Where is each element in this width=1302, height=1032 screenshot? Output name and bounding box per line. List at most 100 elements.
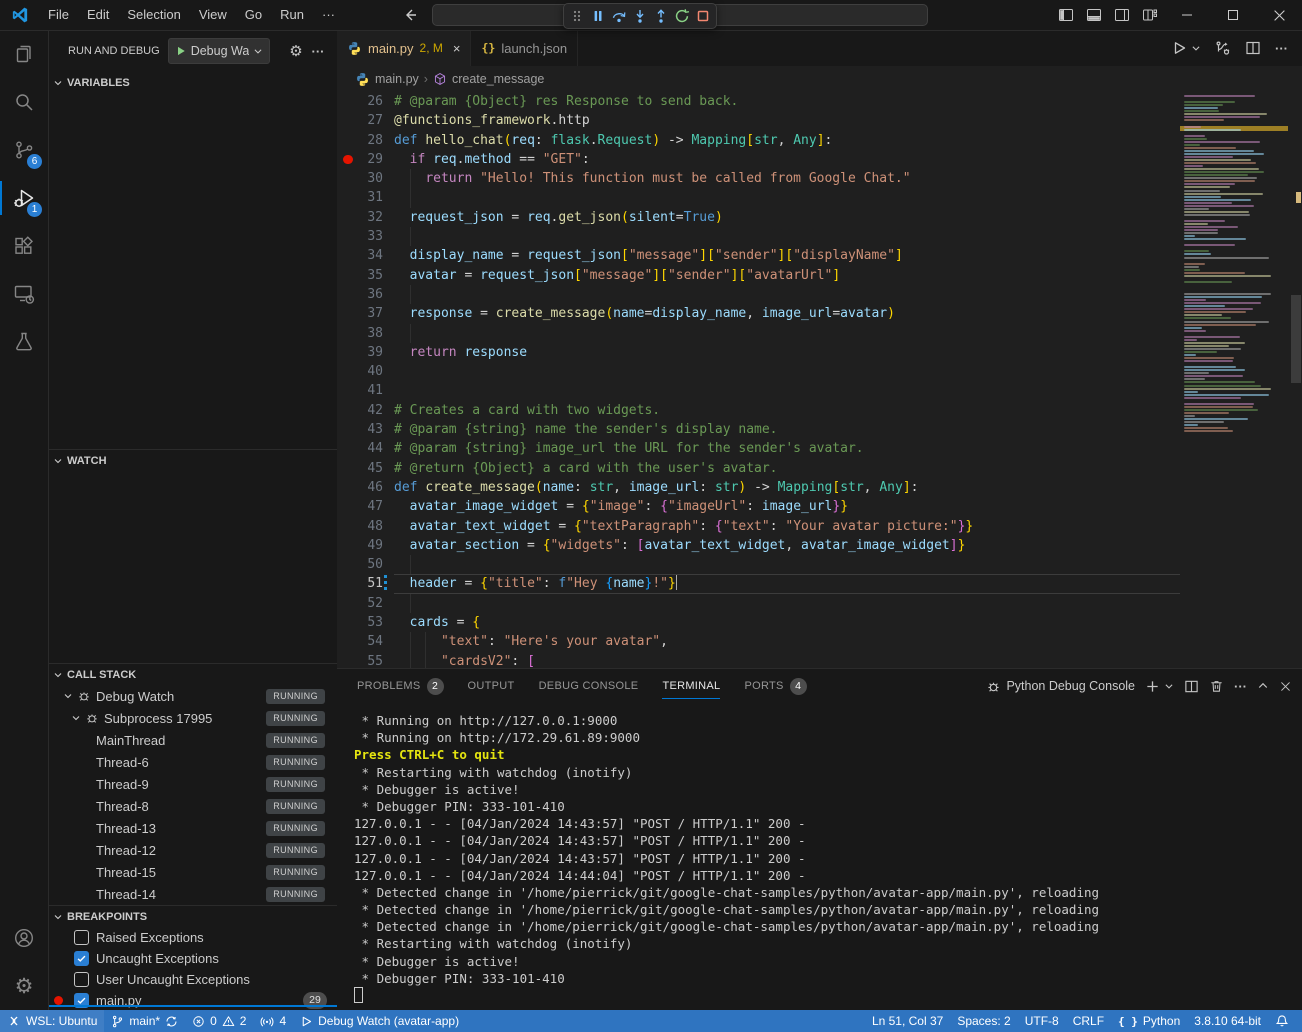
code-line-54[interactable]: 54 "text": "Here's your avatar", [337, 632, 1302, 651]
kill-terminal-icon[interactable] [1209, 679, 1224, 694]
call-stack-item[interactable]: Thread-8 RUNNING [48, 795, 337, 817]
editor-scrollbar[interactable] [1290, 92, 1302, 668]
gutter[interactable]: 33 [337, 227, 394, 246]
panel-more-actions-icon[interactable]: ··· [1234, 679, 1247, 694]
gutter[interactable]: 55 [337, 652, 394, 668]
maximize-panel-icon[interactable] [1257, 680, 1269, 692]
code-line-40[interactable]: 40 [337, 362, 1302, 381]
breakpoint-item[interactable]: main.py 29 [48, 990, 337, 1010]
status-python-interpreter[interactable]: 3.8.10 64-bit [1187, 1010, 1268, 1032]
code-line-44[interactable]: 44 # @param {string} image_url the URL f… [337, 439, 1302, 458]
code-line-37[interactable]: 37 response = create_message(name=displa… [337, 304, 1302, 323]
activity-extensions[interactable] [0, 222, 48, 270]
code-line-28[interactable]: 28 def hello_chat(req: flask.Request) ->… [337, 131, 1302, 150]
activity-accounts[interactable] [0, 914, 48, 962]
maximize-icon[interactable] [1210, 0, 1256, 30]
editor-more-actions-icon[interactable]: ··· [1275, 41, 1288, 56]
chevron-down-icon[interactable] [70, 712, 82, 724]
gutter[interactable]: 38 [337, 324, 394, 343]
activity-testing[interactable] [0, 318, 48, 366]
code-line-38[interactable]: 38 [337, 324, 1302, 343]
gutter[interactable]: 35 [337, 266, 394, 285]
terminal-selector[interactable]: Python Debug Console [986, 679, 1135, 694]
menu-go[interactable]: Go [236, 0, 271, 30]
gutter[interactable]: 41 [337, 381, 394, 400]
call-stack-item[interactable]: Thread-12 RUNNING [48, 839, 337, 861]
breakpoint-item[interactable]: User Uncaught Exceptions [48, 969, 337, 990]
variables-section-header[interactable]: VARIABLES [48, 72, 337, 94]
code-editor[interactable]: 26 # @param {Object} res Response to sen… [337, 92, 1302, 668]
layout-sidebar-right-icon[interactable] [1108, 0, 1136, 30]
status-indentation[interactable]: Spaces: 2 [950, 1010, 1017, 1032]
code-line-36[interactable]: 36 [337, 285, 1302, 304]
gutter[interactable]: 52 [337, 594, 394, 613]
tab-launch.json[interactable]: {} launch.json [471, 30, 578, 66]
run-dropdown-chevron-icon[interactable] [1191, 43, 1201, 53]
scrollbar-thumb[interactable] [1291, 295, 1301, 383]
code-line-55[interactable]: 55 "cardsV2": [ [337, 652, 1302, 668]
pause-icon[interactable] [589, 7, 607, 25]
panel-tab-terminal[interactable]: TERMINAL [662, 669, 720, 703]
status-ports-status[interactable]: 4 [253, 1010, 293, 1032]
activity-run-and-debug[interactable]: 1 [0, 174, 48, 222]
menu-selection[interactable]: Selection [118, 0, 189, 30]
gear-icon[interactable]: ⚙ [285, 40, 307, 62]
call-stack-item[interactable]: Subprocess 17995 RUNNING [48, 707, 337, 729]
call-stack-item[interactable]: Debug Watch RUNNING [48, 685, 337, 707]
breakpoint-item[interactable]: Raised Exceptions [48, 927, 337, 948]
run-python-file-icon[interactable] [1171, 40, 1187, 56]
gutter[interactable]: 29 [337, 150, 394, 169]
code-line-30[interactable]: 30 return "Hello! This function must be … [337, 169, 1302, 188]
breakpoint-checkbox[interactable] [74, 951, 89, 966]
code-line-50[interactable]: 50 [337, 555, 1302, 574]
gutter[interactable]: 51 [337, 574, 394, 593]
code-line-48[interactable]: 48 avatar_text_widget = {"textParagraph"… [337, 517, 1302, 536]
gutter[interactable]: 34 [337, 246, 394, 265]
code-line-31[interactable]: 31 [337, 188, 1302, 207]
status-eol[interactable]: CRLF [1066, 1010, 1111, 1032]
activity-remote-explorer[interactable] [0, 270, 48, 318]
close-panel-icon[interactable] [1279, 680, 1292, 693]
gutter[interactable]: 42 [337, 401, 394, 420]
gutter[interactable]: 43 [337, 420, 394, 439]
call-stack-section-header[interactable]: CALL STACK [48, 663, 337, 685]
status-git-branch-status[interactable]: main* [104, 1010, 185, 1032]
panel-tab-ports[interactable]: PORTS 4 [744, 669, 806, 703]
call-stack-item[interactable]: Thread-15 RUNNING [48, 861, 337, 883]
start-debug-icon[interactable] [175, 45, 187, 57]
breadcrumb-item[interactable]: main.py [375, 72, 419, 86]
gutter[interactable]: 28 [337, 131, 394, 150]
close-icon[interactable] [1256, 0, 1302, 30]
gutter[interactable]: 36 [337, 285, 394, 304]
call-stack-item[interactable]: MainThread RUNNING [48, 729, 337, 751]
gutter[interactable]: 45 [337, 459, 394, 478]
menu-more[interactable]: ··· [313, 0, 344, 30]
status-notifications[interactable] [1268, 1010, 1296, 1032]
code-line-43[interactable]: 43 # @param {string} name the sender's d… [337, 420, 1302, 439]
activity-source-control[interactable]: 6 [0, 126, 48, 174]
status-cursor-position[interactable]: Ln 51, Col 37 [865, 1010, 950, 1032]
breadcrumb-item[interactable]: create_message [452, 72, 544, 86]
gutter[interactable]: 30 [337, 169, 394, 188]
split-terminal-icon[interactable] [1184, 679, 1199, 694]
breakpoints-section-header[interactable]: BREAKPOINTS [48, 905, 337, 927]
activity-search[interactable] [0, 78, 48, 126]
close-tab-icon[interactable]: × [453, 41, 461, 56]
gutter[interactable]: 50 [337, 555, 394, 574]
layout-panel-icon[interactable] [1080, 0, 1108, 30]
layout-customize-icon[interactable] [1136, 0, 1164, 30]
panel-tab-problems[interactable]: PROBLEMS 2 [357, 669, 444, 703]
code-line-42[interactable]: 42 # Creates a card with two widgets. [337, 401, 1302, 420]
menu-run[interactable]: Run [271, 0, 313, 30]
stop-icon[interactable] [694, 7, 712, 25]
gutter[interactable]: 46 [337, 478, 394, 497]
status-language-mode[interactable]: { } Python [1111, 1010, 1187, 1032]
gutter[interactable]: 49 [337, 536, 394, 555]
back-arrow-icon[interactable] [402, 7, 418, 23]
terminal-output[interactable]: * Running on http://127.0.0.1:9000 * Run… [337, 703, 1302, 1004]
sidebar-sash[interactable] [48, 1005, 337, 1007]
gutter[interactable]: 48 [337, 517, 394, 536]
code-line-32[interactable]: 32 request_json = req.get_json(silent=Tr… [337, 208, 1302, 227]
code-line-52[interactable]: 52 [337, 594, 1302, 613]
tab-main.py[interactable]: main.py 2, M × [337, 30, 471, 66]
